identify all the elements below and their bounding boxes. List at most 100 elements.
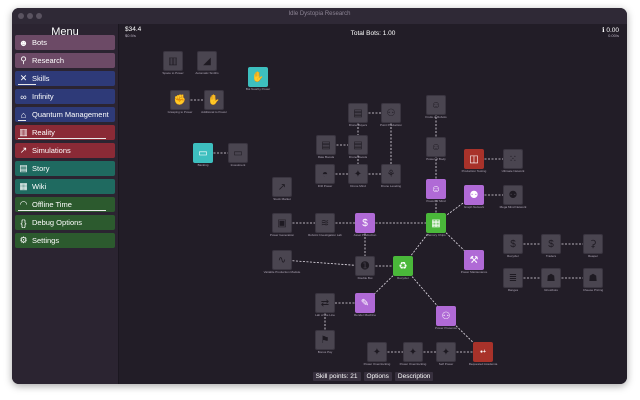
skill-node-power-of-mind[interactable]: ☺	[426, 179, 446, 199]
skill-node-power-presence[interactable]: ⚇	[436, 306, 456, 326]
skill-node-grasping-to-power[interactable]: ✊	[170, 90, 190, 110]
skill-node-label: Reaper	[588, 254, 598, 258]
sidebar-item-wiki[interactable]: ▦ Wiki	[15, 179, 115, 194]
code-icon: {}	[20, 217, 27, 228]
progress-bar	[18, 209, 106, 211]
skill-node-graph-network[interactable]: ⚉	[464, 185, 484, 205]
sidebar-item-label: Offline Time	[32, 200, 72, 209]
skill-node-asset-production[interactable]: $	[355, 213, 375, 233]
skill-node-label: Traders	[545, 254, 557, 258]
skill-tree-icon: ✕	[19, 73, 28, 83]
skill-node-reaper[interactable]: ⚳	[583, 234, 603, 254]
skill-node-label: Variable Production Module	[263, 270, 301, 274]
skill-node-power-overclocking[interactable]: ✦	[403, 342, 423, 362]
skill-node-label: Automatic Smiths	[195, 71, 219, 75]
sidebar-item-skills[interactable]: ✕ Skills	[15, 71, 115, 86]
sidebar-item-infinity[interactable]: ∞ Infinity	[15, 89, 115, 104]
skill-node-drone-buyers[interactable]: ▤	[348, 103, 368, 123]
skill-node-label: Memory Chips	[426, 233, 446, 237]
sidebar-item-label: Quantum Management	[32, 110, 109, 119]
skill-points-label: Skill points: 21	[312, 372, 361, 381]
sidebar-item-settings[interactable]: ⚙ Settings	[15, 233, 115, 248]
skill-node-label: Drone Boosts	[348, 155, 368, 159]
skill-node-ultimate-network[interactable]: ⁙	[503, 149, 523, 169]
sidebar-item-label: Wiki	[32, 182, 47, 191]
skill-node-label: Recycler	[397, 276, 409, 280]
book-icon: ▤	[19, 163, 28, 173]
skill-node-recycler[interactable]: ♻	[393, 256, 413, 276]
skill-node-traders[interactable]: $	[541, 234, 561, 254]
skill-node-drone-boosts[interactable]: ▤	[348, 135, 368, 155]
sidebar-item-label: Settings	[32, 236, 60, 245]
sidebar-item-bots[interactable]: ☻ Bots	[15, 35, 115, 50]
skill-node-ghostbots[interactable]: ☗	[541, 268, 561, 288]
building-icon: ▥	[19, 127, 28, 137]
title-bar: Idle Dystopia Research	[12, 8, 627, 25]
skill-node-label: Investment	[230, 163, 246, 167]
progress-bar	[18, 137, 106, 139]
skill-node-requested-academia[interactable]: ●+	[473, 342, 493, 362]
skill-node-fruits-of-robots[interactable]: ☺	[426, 95, 446, 115]
skill-node-recycler[interactable]: $	[503, 234, 523, 254]
skill-node-lab-of-the-line[interactable]: ⇄	[315, 293, 335, 313]
skill-node-label: Fruits of Robots	[425, 115, 447, 119]
skill-node-rate-boosts[interactable]: ▤	[316, 135, 336, 155]
skill-node-bonus-pay[interactable]: ⚑	[315, 330, 335, 350]
skill-node-render-machine[interactable]: ✎	[355, 293, 375, 313]
skill-node-banking[interactable]: ▭	[193, 143, 213, 163]
document-icon: ▦	[19, 181, 28, 191]
skill-node-label: Power Generation	[269, 233, 295, 237]
skill-node-label: Power of Body	[426, 157, 446, 161]
skill-node-ranges[interactable]: ≣	[503, 268, 523, 288]
sidebar-item-simulations[interactable]: ↗ Simulations	[15, 143, 115, 158]
sidebar-item-quantum-management[interactable]: ⌂ Quantum Management	[15, 107, 115, 122]
skill-links	[180, 99, 593, 353]
skill-node-point-production[interactable]: ⚇	[381, 103, 401, 123]
skill-node-label: Power Maintenance	[460, 270, 488, 274]
sidebar-item-debug-options[interactable]: {} Debug Options	[15, 215, 115, 230]
skill-node-production-testing[interactable]: ◫	[464, 149, 484, 169]
sidebar-item-research[interactable]: ⚲ Research	[15, 53, 115, 68]
skill-node-drone-leveling[interactable]: ⚘	[381, 164, 401, 184]
options-button[interactable]: Options	[363, 372, 392, 381]
sidebar-item-label: Debug Options	[32, 218, 83, 227]
skill-node-space-to-power[interactable]: ▥	[163, 51, 183, 71]
skill-node-label: Bonus Pay	[317, 350, 333, 354]
sidebar-item-label: Infinity	[32, 92, 54, 101]
skill-node-label: Requested Academia	[468, 362, 498, 366]
skill-node-label: Drone Leveling	[380, 184, 402, 188]
skill-node-power-of-body[interactable]: ☺	[426, 137, 446, 157]
sidebar-item-offline-time[interactable]: ◠ Offline Time	[15, 197, 115, 212]
skill-node-mega-mind-network[interactable]: ⚉	[503, 185, 523, 205]
app-window: Idle Dystopia Research Menu ☻ Bots ⚲ Resear…	[12, 8, 627, 384]
skill-node-label: Ghostbots	[544, 288, 558, 292]
gear-icon: ⚙	[19, 235, 28, 245]
skill-node-additional-to-power[interactable]: ✋	[204, 90, 224, 110]
institution-icon: ⌂	[20, 109, 27, 120]
skill-node-robotic-investigation-lab[interactable]: ≋	[315, 213, 335, 233]
line-chart-icon: ↗	[19, 145, 28, 155]
sidebar-item-label: Simulations	[32, 146, 71, 155]
skill-node-self-power[interactable]: ✦	[436, 342, 456, 362]
sidebar-item-label: Skills	[32, 74, 50, 83]
skill-node-label: Stock Market	[273, 197, 291, 201]
skill-node-cheese-pricing[interactable]: ☗	[583, 268, 603, 288]
skill-node-drone-mind[interactable]: ✦	[348, 164, 368, 184]
skill-node-bot-nearby-power[interactable]: ✋	[248, 67, 268, 87]
sidebar-item-label: Reality	[32, 128, 55, 137]
skill-node-power-maintenance[interactable]: ⚒	[464, 250, 484, 270]
skill-node-power-generation[interactable]: ▣	[272, 213, 292, 233]
sidebar-item-reality[interactable]: ▥ Reality	[15, 125, 115, 140]
skill-node-automatic-smiths[interactable]: ◢	[197, 51, 217, 71]
skill-node-power-overclocking[interactable]: ✦	[367, 342, 387, 362]
skill-node-variable-production-module[interactable]: ∿	[272, 250, 292, 270]
skill-link	[281, 259, 366, 267]
skill-node-investment[interactable]: ▭	[228, 143, 248, 163]
skill-node-stock-market[interactable]: ↗	[272, 177, 292, 197]
description-button[interactable]: Description	[394, 372, 434, 381]
skill-node-double-bot[interactable]: ➊	[355, 256, 375, 276]
sidebar-item-story[interactable]: ▤ Story	[15, 161, 115, 176]
skill-node-label: Mega Mind Network	[499, 205, 527, 209]
skill-node-memory-chips[interactable]: ▦	[426, 213, 446, 233]
skill-node-drill-power[interactable]: ◓	[315, 164, 335, 184]
